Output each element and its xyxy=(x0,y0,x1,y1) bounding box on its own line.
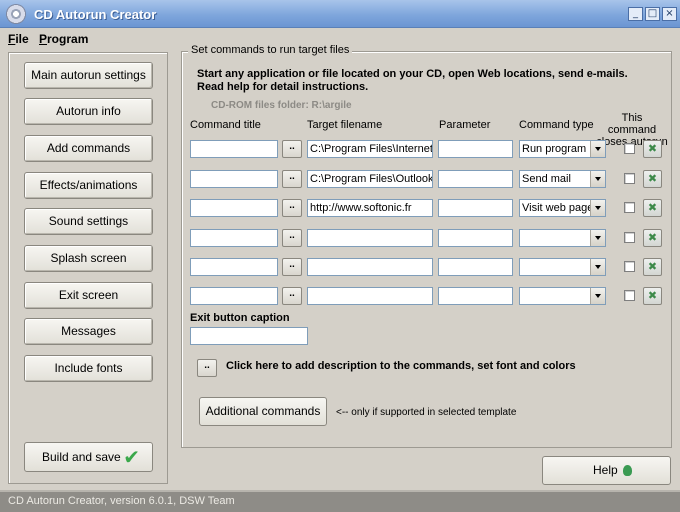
cd-app-icon xyxy=(6,4,26,24)
browse-button-4[interactable]: .. xyxy=(282,229,302,247)
target-filename-input-3[interactable]: http://www.softonic.fr xyxy=(307,199,433,217)
window-title: CD Autorun Creator xyxy=(34,7,157,22)
col-command-title: Command title xyxy=(190,119,261,131)
command-type-select-4[interactable] xyxy=(519,229,606,247)
col-target-filename: Target filename xyxy=(307,119,383,131)
title-bar: CD Autorun Creator _ □ × xyxy=(0,0,680,28)
navigation-panel: Main autorun settings Autorun info Add c… xyxy=(8,52,168,484)
description-settings-label[interactable]: Click here to add description to the com… xyxy=(226,360,576,372)
menu-file[interactable]: File xyxy=(8,32,29,46)
col-command-type: Command type xyxy=(519,119,594,131)
description-settings-button[interactable]: .. xyxy=(197,359,217,377)
command-type-select-1[interactable]: Run program xyxy=(519,140,606,158)
exit-caption-input[interactable] xyxy=(190,327,308,345)
col-parameter: Parameter xyxy=(439,119,491,131)
target-filename-input-4[interactable] xyxy=(307,229,433,247)
instructions-line-1: Start any application or file located on… xyxy=(197,68,628,80)
target-filename-input-5[interactable] xyxy=(307,258,433,276)
nav-include-fonts[interactable]: Include fonts xyxy=(24,355,153,382)
lightbulb-icon xyxy=(623,465,632,476)
command-type-select-5[interactable] xyxy=(519,258,606,276)
nav-effects-animations[interactable]: Effects/animations xyxy=(24,172,153,199)
chevron-down-icon xyxy=(590,141,605,157)
chevron-down-icon xyxy=(590,288,605,304)
command-type-select-6[interactable] xyxy=(519,287,606,305)
menu-program[interactable]: Program xyxy=(39,32,88,46)
browse-button-6[interactable]: .. xyxy=(282,287,302,305)
command-type-value-2: Send mail xyxy=(522,173,571,185)
remove-command-button-2[interactable]: ✖ xyxy=(643,170,662,188)
browse-button-2[interactable]: .. xyxy=(282,170,302,188)
maximize-button[interactable]: □ xyxy=(645,7,660,21)
remove-command-button-6[interactable]: ✖ xyxy=(643,287,662,305)
checkmark-icon: ✔ xyxy=(123,445,140,469)
nav-splash-screen[interactable]: Splash screen xyxy=(24,245,153,272)
command-title-input-6[interactable] xyxy=(190,287,278,305)
help-button[interactable]: Help xyxy=(542,456,671,485)
nav-add-commands[interactable]: Add commands xyxy=(24,135,153,162)
menu-program-key: P xyxy=(39,32,48,46)
nav-sound-settings[interactable]: Sound settings xyxy=(24,208,153,235)
menu-file-rest: ile xyxy=(15,32,29,46)
parameter-input-2[interactable] xyxy=(438,170,513,188)
instructions-line-2: Read help for detail instructions. xyxy=(197,81,369,93)
closes-autorun-checkbox-2[interactable] xyxy=(624,173,635,184)
parameter-input-5[interactable] xyxy=(438,258,513,276)
nav-exit-screen[interactable]: Exit screen xyxy=(24,282,153,309)
col-closes-line-1: This command xyxy=(607,112,657,136)
chevron-down-icon xyxy=(590,171,605,187)
nav-main-autorun-settings[interactable]: Main autorun settings xyxy=(24,62,153,89)
group-legend: Set commands to run target files xyxy=(188,44,353,56)
command-type-select-3[interactable]: Visit web page xyxy=(519,199,606,217)
menu-program-rest: rogram xyxy=(47,32,89,46)
browse-button-1[interactable]: .. xyxy=(282,140,302,158)
additional-commands-note: <-- only if supported in selected templa… xyxy=(336,407,517,418)
command-title-input-2[interactable] xyxy=(190,170,278,188)
closes-autorun-checkbox-3[interactable] xyxy=(624,202,635,213)
help-label: Help xyxy=(593,463,618,477)
command-title-input-4[interactable] xyxy=(190,229,278,247)
remove-command-button-5[interactable]: ✖ xyxy=(643,258,662,276)
command-type-select-2[interactable]: Send mail xyxy=(519,170,606,188)
browse-button-5[interactable]: .. xyxy=(282,258,302,276)
instructions-text: Start any application or file located on… xyxy=(197,68,667,94)
nav-autorun-info[interactable]: Autorun info xyxy=(24,98,153,125)
nav-messages[interactable]: Messages xyxy=(24,318,153,345)
closes-autorun-checkbox-5[interactable] xyxy=(624,261,635,272)
minimize-button[interactable]: _ xyxy=(628,7,643,21)
closes-autorun-checkbox-6[interactable] xyxy=(624,290,635,301)
target-filename-input-2[interactable]: C:\Program Files\Outlook E xyxy=(307,170,433,188)
closes-autorun-checkbox-4[interactable] xyxy=(624,232,635,243)
remove-command-button-3[interactable]: ✖ xyxy=(643,199,662,217)
remove-command-button-1[interactable]: ✖ xyxy=(643,140,662,158)
command-title-input-5[interactable] xyxy=(190,258,278,276)
chevron-down-icon xyxy=(590,200,605,216)
parameter-input-3[interactable] xyxy=(438,199,513,217)
build-and-save-button[interactable]: Build and save ✔ xyxy=(24,442,153,472)
closes-autorun-checkbox-1[interactable] xyxy=(624,143,635,154)
chevron-down-icon xyxy=(590,259,605,275)
parameter-input-1[interactable] xyxy=(438,140,513,158)
chevron-down-icon xyxy=(590,230,605,246)
build-and-save-label: Build and save xyxy=(42,450,121,464)
target-filename-input-6[interactable] xyxy=(307,287,433,305)
target-filename-input-1[interactable]: C:\Program Files\Internet E xyxy=(307,140,433,158)
parameter-input-6[interactable] xyxy=(438,287,513,305)
additional-commands-button[interactable]: Additional commands xyxy=(199,397,327,426)
exit-caption-label: Exit button caption xyxy=(190,312,290,324)
command-title-input-1[interactable] xyxy=(190,140,278,158)
command-title-input-3[interactable] xyxy=(190,199,278,217)
command-type-value-1: Run program xyxy=(522,143,587,155)
close-button[interactable]: × xyxy=(662,7,677,21)
remove-command-button-4[interactable]: ✖ xyxy=(643,229,662,247)
status-bar: CD Autorun Creator, version 6.0.1, DSW T… xyxy=(0,490,680,512)
parameter-input-4[interactable] xyxy=(438,229,513,247)
command-type-value-3: Visit web page xyxy=(522,202,594,214)
browse-button-3[interactable]: .. xyxy=(282,199,302,217)
cdrom-folder-label: CD-ROM files folder: R:\argile xyxy=(211,100,352,111)
